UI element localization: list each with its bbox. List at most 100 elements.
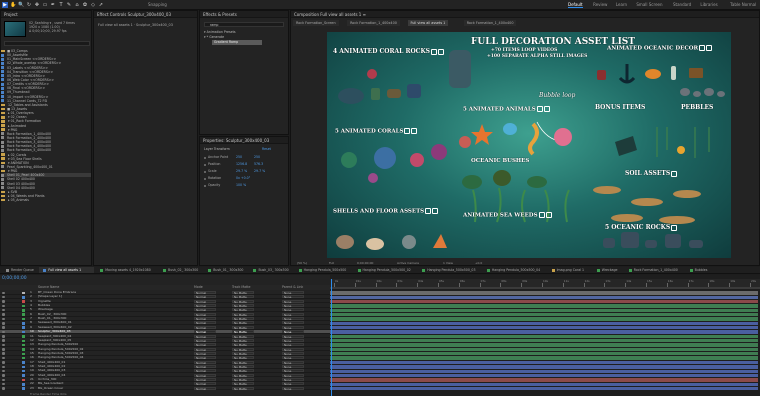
composition-tab[interactable]: Rock Formation_Screen <box>293 20 339 26</box>
layer-row[interactable]: 5 Wreckage Normal No Matte None <box>0 308 330 313</box>
layer-duration-bar[interactable] <box>330 295 758 299</box>
layer-name[interactable]: BG_Sea Gradient <box>38 382 150 386</box>
property-value[interactable]: 1256.8 <box>236 162 247 167</box>
layer-row[interactable]: 7 Bush_01_ 300x300 Normal No Matte None <box>0 316 330 321</box>
stopwatch-icon[interactable] <box>204 177 206 180</box>
layer-row[interactable]: 9 Seaweed_300x400_02 Normal No Matte None <box>0 325 330 330</box>
property-value[interactable]: 250 <box>236 155 242 160</box>
tool-button-0[interactable]: ▶ <box>2 2 8 8</box>
layer-switches[interactable] <box>155 378 185 381</box>
layer-row[interactable]: 14 Hanging Pendula_500x500_02 Normal No Mat… <box>0 347 330 352</box>
visibility-eye-icon[interactable] <box>2 326 5 329</box>
layer-row[interactable]: 18 Shell_400x400_02 Normal No Matte None <box>0 364 330 369</box>
viewer-control[interactable]: 0;00;00;00 <box>357 261 373 265</box>
layer-row[interactable]: 10 Sculptur_300x400_03 Normal No Matte None <box>0 329 330 334</box>
visibility-eye-icon[interactable] <box>2 304 5 308</box>
layer-duration-bar[interactable] <box>330 352 758 356</box>
layer-row[interactable]: 19 Shell_400x400_03 Normal No Matte None <box>0 369 330 374</box>
layer-row[interactable]: 16 Hanging Pendula_500x500_04 Normal No Mat… <box>0 355 330 360</box>
label-color-swatch[interactable] <box>22 309 25 312</box>
layer-switches[interactable] <box>155 352 185 355</box>
layer-name[interactable]: Bush_02_ 300x300 <box>38 313 150 317</box>
layer-switches[interactable] <box>155 309 185 312</box>
layer-switches[interactable] <box>155 374 185 377</box>
layer-switches[interactable] <box>155 344 185 347</box>
layer-name[interactable]: Urchins_300 <box>38 378 150 382</box>
layer-duration-bar[interactable] <box>330 373 758 378</box>
header-parent[interactable]: Parent & Link <box>282 285 303 290</box>
properties-reset-link[interactable]: Reset <box>262 147 271 151</box>
viewer-control[interactable]: Full <box>329 261 334 265</box>
layer-switches[interactable] <box>155 300 185 303</box>
composition-tab[interactable]: Full view all assets 1 <box>407 20 449 26</box>
timeline-tracks[interactable]: 0s 01s 02s 03s 04s 05s 06s 07s 08s 09s 10s 11s 12s 13… <box>330 275 760 396</box>
tool-button-5[interactable]: ▭ <box>42 2 48 8</box>
layer-duration-bar[interactable] <box>330 312 758 317</box>
composition-title[interactable]: Composition Full view all assets 1 ≡ <box>291 11 759 18</box>
composition-tab[interactable]: Rock Formation_1_400x400 <box>347 20 400 26</box>
work-area-bar[interactable] <box>330 287 760 289</box>
layer-name[interactable]: Hanging Pendula_500x500_02 <box>38 348 150 352</box>
timeline-tab[interactable]: Full view all assets 1 <box>39 267 95 273</box>
label-color-swatch[interactable] <box>22 361 25 364</box>
layer-duration-bar[interactable] <box>330 299 758 304</box>
layer-name[interactable]: Shell_400x400_04 <box>38 374 150 378</box>
layer-switches[interactable] <box>155 348 185 351</box>
viewer-control[interactable]: (50 %) <box>297 261 307 265</box>
layer-row[interactable]: 13 Hanging Pendula_500x500 Normal No Matte N… <box>0 342 330 347</box>
preset-gradient-ramp[interactable]: Gradient Ramp <box>212 40 262 45</box>
layer-duration-bar[interactable] <box>330 330 758 334</box>
label-color-swatch[interactable] <box>22 369 25 373</box>
layer-switches[interactable] <box>155 317 185 320</box>
label-color-swatch[interactable] <box>22 339 25 343</box>
layer-duration-bar[interactable] <box>330 334 758 339</box>
tool-button-1[interactable]: ✋ <box>10 2 16 8</box>
layer-duration-bar[interactable] <box>330 347 758 352</box>
layer-row[interactable]: 11 Seaplant_300x400_04 Normal No Matte None <box>0 334 330 339</box>
layer-duration-bar[interactable] <box>330 356 758 360</box>
label-color-swatch[interactable] <box>22 304 25 308</box>
layer-row[interactable]: 1 BT_Ocean Done Embrace Normal No Matte None <box>0 290 330 295</box>
visibility-eye-icon[interactable] <box>2 330 5 334</box>
layer-name[interactable]: Seaplant_300x400_05 <box>38 339 150 343</box>
label-color-swatch[interactable] <box>22 356 25 360</box>
header-mode[interactable]: Mode <box>194 285 203 290</box>
layer-duration-bar[interactable] <box>330 339 758 343</box>
preset-folder-animation[interactable]: ▾ Animation Presets <box>204 30 235 34</box>
current-timecode[interactable]: 0;00;00;00 <box>2 276 27 281</box>
layer-row[interactable]: 6 Bush_02_ 300x300 Normal No Matte None <box>0 312 330 317</box>
parent-dropdown[interactable]: None <box>282 386 304 391</box>
property-value[interactable]: 0x +0.0° <box>236 176 250 181</box>
layer-row[interactable]: 21 Urchins_300 Normal No Matte None <box>0 377 330 382</box>
stopwatch-icon[interactable] <box>204 184 206 187</box>
visibility-eye-icon[interactable] <box>2 369 5 373</box>
visibility-eye-icon[interactable] <box>2 308 5 312</box>
workspace-libraries[interactable]: Libraries <box>700 2 717 7</box>
workspace-review[interactable]: Review <box>593 2 607 7</box>
visibility-eye-icon[interactable] <box>2 295 5 299</box>
layer-switches[interactable] <box>155 335 185 338</box>
label-color-swatch[interactable] <box>22 317 25 321</box>
layer-duration-bar[interactable] <box>330 326 758 330</box>
layer-switches[interactable] <box>155 370 185 373</box>
layer-switches[interactable] <box>155 383 185 386</box>
layer-switches[interactable] <box>155 296 185 299</box>
property-value[interactable]: 100 % <box>236 183 246 188</box>
layer-row[interactable]: 3 Vignette Normal No Matte None <box>0 299 330 304</box>
header-track-matte[interactable]: Track Matte <box>232 285 251 290</box>
layer-switches[interactable] <box>155 357 185 360</box>
tool-button-11[interactable]: ◇ <box>90 2 96 8</box>
layer-row[interactable]: 20 Shell_400x400_04 Normal No Matte None <box>0 373 330 378</box>
tool-button-8[interactable]: ✎ <box>66 2 72 8</box>
timeline-tab[interactable]: Imag.png Coral 1 <box>548 267 591 273</box>
project-item[interactable]: ▸ 05_Animals <box>1 198 91 202</box>
tool-button-10[interactable]: ✿ <box>82 2 88 8</box>
visibility-eye-icon[interactable] <box>2 374 5 377</box>
visibility-eye-icon[interactable] <box>2 378 5 382</box>
label-color-swatch[interactable] <box>22 330 25 334</box>
layer-name[interactable]: Seaplant_300x400_04 <box>38 335 150 339</box>
stopwatch-icon[interactable] <box>204 156 206 159</box>
timeline-tab[interactable]: Hanging Pendula_500x500_02 <box>354 267 417 273</box>
layer-switches[interactable] <box>155 322 185 325</box>
tool-button-4[interactable]: ✥ <box>34 2 40 8</box>
